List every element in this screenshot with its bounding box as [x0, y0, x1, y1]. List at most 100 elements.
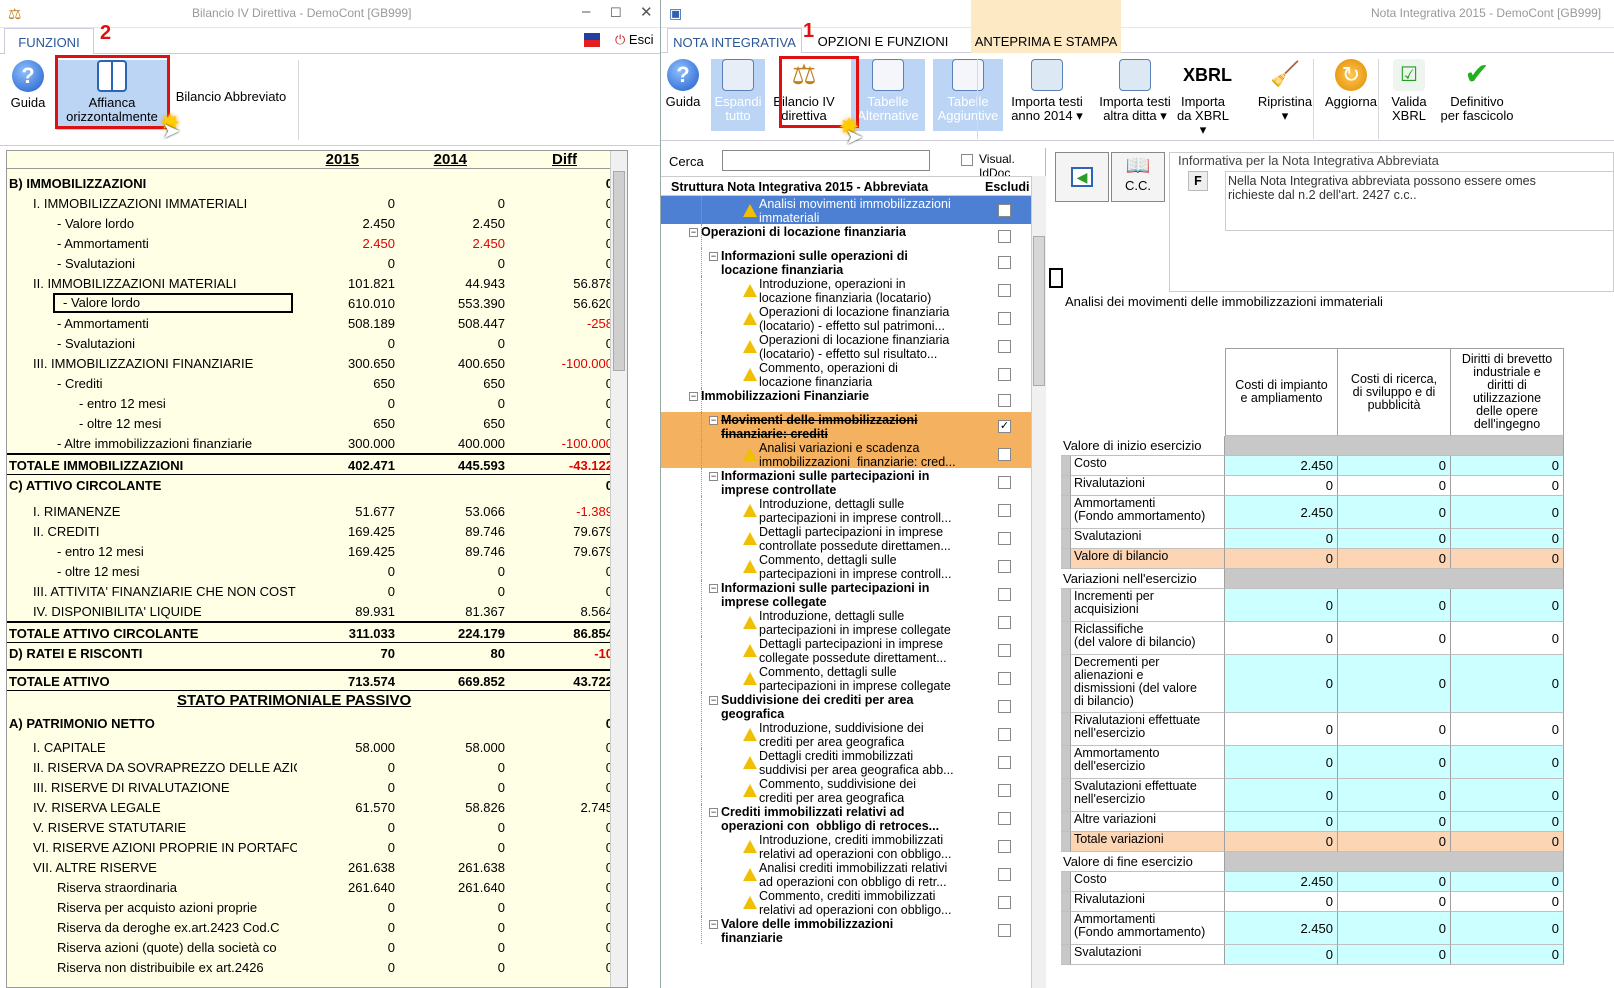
balance-row[interactable]: - Ammortamenti 508.189 508.447 -258: [7, 313, 627, 333]
exclude-checkbox[interactable]: [998, 475, 1011, 489]
grid-row-handle[interactable]: [1061, 872, 1071, 892]
tree-item[interactable]: Commento, dettagli sulle partecipazioni …: [661, 552, 1031, 581]
grid-value-cell[interactable]: 0: [1451, 496, 1564, 529]
balance-row[interactable]: B) IMMOBILIZZAZIONI0: [7, 173, 627, 193]
grid-row-handle[interactable]: [1061, 655, 1071, 713]
flag-icon[interactable]: [584, 33, 600, 47]
balance-row[interactable]: IV. RISERVA LEGALE 61.570 58.826 2.745: [7, 797, 627, 817]
collapse-toggle-icon[interactable]: −: [709, 696, 718, 705]
tree-item[interactable]: − Valore delle immobilizzazioni finanziar…: [661, 916, 1031, 945]
exclude-checkbox[interactable]: [998, 867, 1011, 881]
section-checkbox[interactable]: [1049, 268, 1063, 288]
balance-row[interactable]: STATO PATRIMONIALE PASSIVO: [7, 691, 627, 713]
tree-item[interactable]: Introduzione, dettagli sulle partecipazi…: [661, 496, 1031, 525]
tree-item[interactable]: Introduzione, operazioni in locazione fi…: [661, 276, 1031, 305]
tree-scrollbar[interactable]: [1031, 176, 1046, 988]
exclude-checkbox[interactable]: [998, 671, 1011, 685]
grid-value-cell[interactable]: 0: [1225, 622, 1338, 655]
balance-row[interactable]: TOTALE IMMOBILIZZAZIONI 402.471 445.593 -43…: [7, 453, 627, 475]
tree-item[interactable]: Introduzione, suddivisione dei crediti p…: [661, 720, 1031, 749]
balance-row[interactable]: - Ammortamenti2.4502.4500: [7, 233, 627, 253]
exclude-checkbox[interactable]: [998, 587, 1011, 601]
exclude-checkbox[interactable]: [998, 811, 1011, 825]
tab-opzioni-funzioni[interactable]: OPZIONI E FUNZIONI: [809, 28, 957, 54]
tree-scroll-thumb[interactable]: [1033, 236, 1045, 386]
tree-item[interactable]: − Suddivisione dei crediti per area geogr…: [661, 692, 1031, 721]
balance-row[interactable]: II. CREDITI 169.425 89.746 79.679: [7, 521, 627, 541]
balance-row[interactable]: - Svalutazioni000: [7, 253, 627, 273]
grid-value-cell[interactable]: 0: [1451, 655, 1564, 713]
importa-altra-ditta-button[interactable]: Importa testi altra ditta ▾: [1093, 59, 1177, 123]
collapse-toggle-icon[interactable]: −: [709, 252, 718, 261]
grid-value-cell[interactable]: 0: [1225, 812, 1338, 832]
collapse-toggle-icon[interactable]: −: [709, 416, 718, 425]
grid-value-cell[interactable]: 0: [1338, 549, 1451, 569]
grid-value-cell[interactable]: 0: [1225, 589, 1338, 622]
exclude-checkbox[interactable]: [998, 283, 1011, 297]
grid-value-cell[interactable]: 0: [1451, 779, 1564, 812]
tree-item[interactable]: − Immobilizzazioni Finanziarie: [661, 388, 1031, 412]
grid-value-cell[interactable]: 0: [1225, 713, 1338, 746]
grid-row-handle[interactable]: [1061, 456, 1071, 476]
tree-item[interactable]: − Informazioni sulle partecipazioni in im…: [661, 580, 1031, 609]
grid-value-cell[interactable]: 0: [1451, 945, 1564, 965]
grid-row-handle[interactable]: [1061, 622, 1071, 655]
exclude-checkbox[interactable]: [998, 559, 1011, 573]
importa-anno-2014-button[interactable]: Importa testi anno 2014 ▾: [1001, 59, 1093, 123]
grid-value-cell[interactable]: 0: [1338, 912, 1451, 945]
exclude-checkbox[interactable]: [998, 643, 1011, 657]
definitivo-button[interactable]: ✔ Definitivo per fascicolo: [1435, 59, 1519, 123]
grid-value-cell[interactable]: 0: [1338, 655, 1451, 713]
exclude-checkbox[interactable]: [998, 229, 1011, 243]
tree-item[interactable]: Analisi crediti immobilizzati relativi a…: [661, 860, 1031, 889]
grid-row-handle[interactable]: [1061, 713, 1071, 746]
minimize-button[interactable]: –: [582, 3, 590, 20]
grid-value-cell[interactable]: 0: [1338, 872, 1451, 892]
grid-row-handle[interactable]: [1061, 892, 1071, 912]
exclude-checkbox[interactable]: [998, 727, 1011, 741]
grid-row-handle[interactable]: [1061, 529, 1071, 549]
balance-row[interactable]: III. ATTIVITA' FINANZIARIE CHE NON COST 0…: [7, 581, 627, 601]
balance-row[interactable]: TOTALE ATTIVO CIRCOLANTE 311.033 224.179 86…: [7, 621, 627, 643]
visual-iddoc-checkbox[interactable]: [961, 154, 973, 166]
balance-scroll-thumb[interactable]: [613, 171, 625, 371]
grid-value-cell[interactable]: 0: [1338, 496, 1451, 529]
tree-item[interactable]: − Operazioni di locazione finanziaria: [661, 224, 1031, 248]
tree-item[interactable]: Analisi variazioni e scadenza immobilizz…: [661, 440, 1031, 469]
exclude-checkbox[interactable]: [998, 447, 1011, 461]
exclude-checkbox[interactable]: [998, 783, 1011, 797]
tree-item[interactable]: Introduzione, dettagli sulle partecipazi…: [661, 608, 1031, 637]
grid-value-cell[interactable]: 2.450: [1225, 912, 1338, 945]
balance-row[interactable]: C) ATTIVO CIRCOLANTE0: [7, 475, 627, 501]
exclude-checkbox[interactable]: [998, 923, 1011, 937]
tree-item[interactable]: − Crediti immobilizzati relativi ad opera…: [661, 804, 1031, 833]
collapse-toggle-icon[interactable]: −: [689, 228, 698, 237]
grid-value-cell[interactable]: 0: [1451, 456, 1564, 476]
grid-value-cell[interactable]: 0: [1225, 476, 1338, 496]
grid-value-cell[interactable]: 0: [1338, 622, 1451, 655]
search-input[interactable]: [722, 150, 930, 171]
balance-row[interactable]: - Crediti6506500: [7, 373, 627, 393]
tree-item[interactable]: Analisi movimenti immobilizzazioni immat…: [661, 196, 1031, 225]
aggiorna-button[interactable]: ↻ Aggiorna: [1321, 59, 1381, 109]
grid-row-handle[interactable]: [1061, 812, 1071, 832]
grid-value-cell[interactable]: 0: [1338, 779, 1451, 812]
grid-value-cell[interactable]: 2.450: [1225, 456, 1338, 476]
tabelle-aggiuntive-button[interactable]: Tabelle Aggiuntive: [933, 59, 1003, 131]
exclude-checkbox[interactable]: [998, 895, 1011, 909]
grid-row-handle[interactable]: [1061, 549, 1071, 569]
grid-value-cell[interactable]: 0: [1451, 912, 1564, 945]
grid-row-handle[interactable]: [1061, 496, 1071, 529]
grid-value-cell[interactable]: 0: [1338, 812, 1451, 832]
balance-row[interactable]: A) PATRIMONIO NETTO0: [7, 713, 627, 737]
balance-row[interactable]: II. IMMOBILIZZAZIONI MATERIALI 101.821 44.…: [7, 273, 627, 293]
grid-row-handle[interactable]: [1061, 589, 1071, 622]
grid-value-cell[interactable]: 0: [1451, 746, 1564, 779]
balance-row[interactable]: Riserva azioni (quote) della società co 0…: [7, 937, 627, 957]
balance-row[interactable]: VI. RISERVE AZIONI PROPRIE IN PORTAFOG 0 0…: [7, 837, 627, 857]
espandi-tutto-button[interactable]: Espandi tutto: [711, 59, 765, 131]
grid-value-cell[interactable]: 0: [1451, 476, 1564, 496]
tab-funzioni[interactable]: FUNZIONI: [4, 28, 94, 54]
tree-item[interactable]: − Informazioni sulle operazioni di locazi…: [661, 248, 1031, 277]
grid-value-cell[interactable]: 0: [1338, 832, 1451, 852]
